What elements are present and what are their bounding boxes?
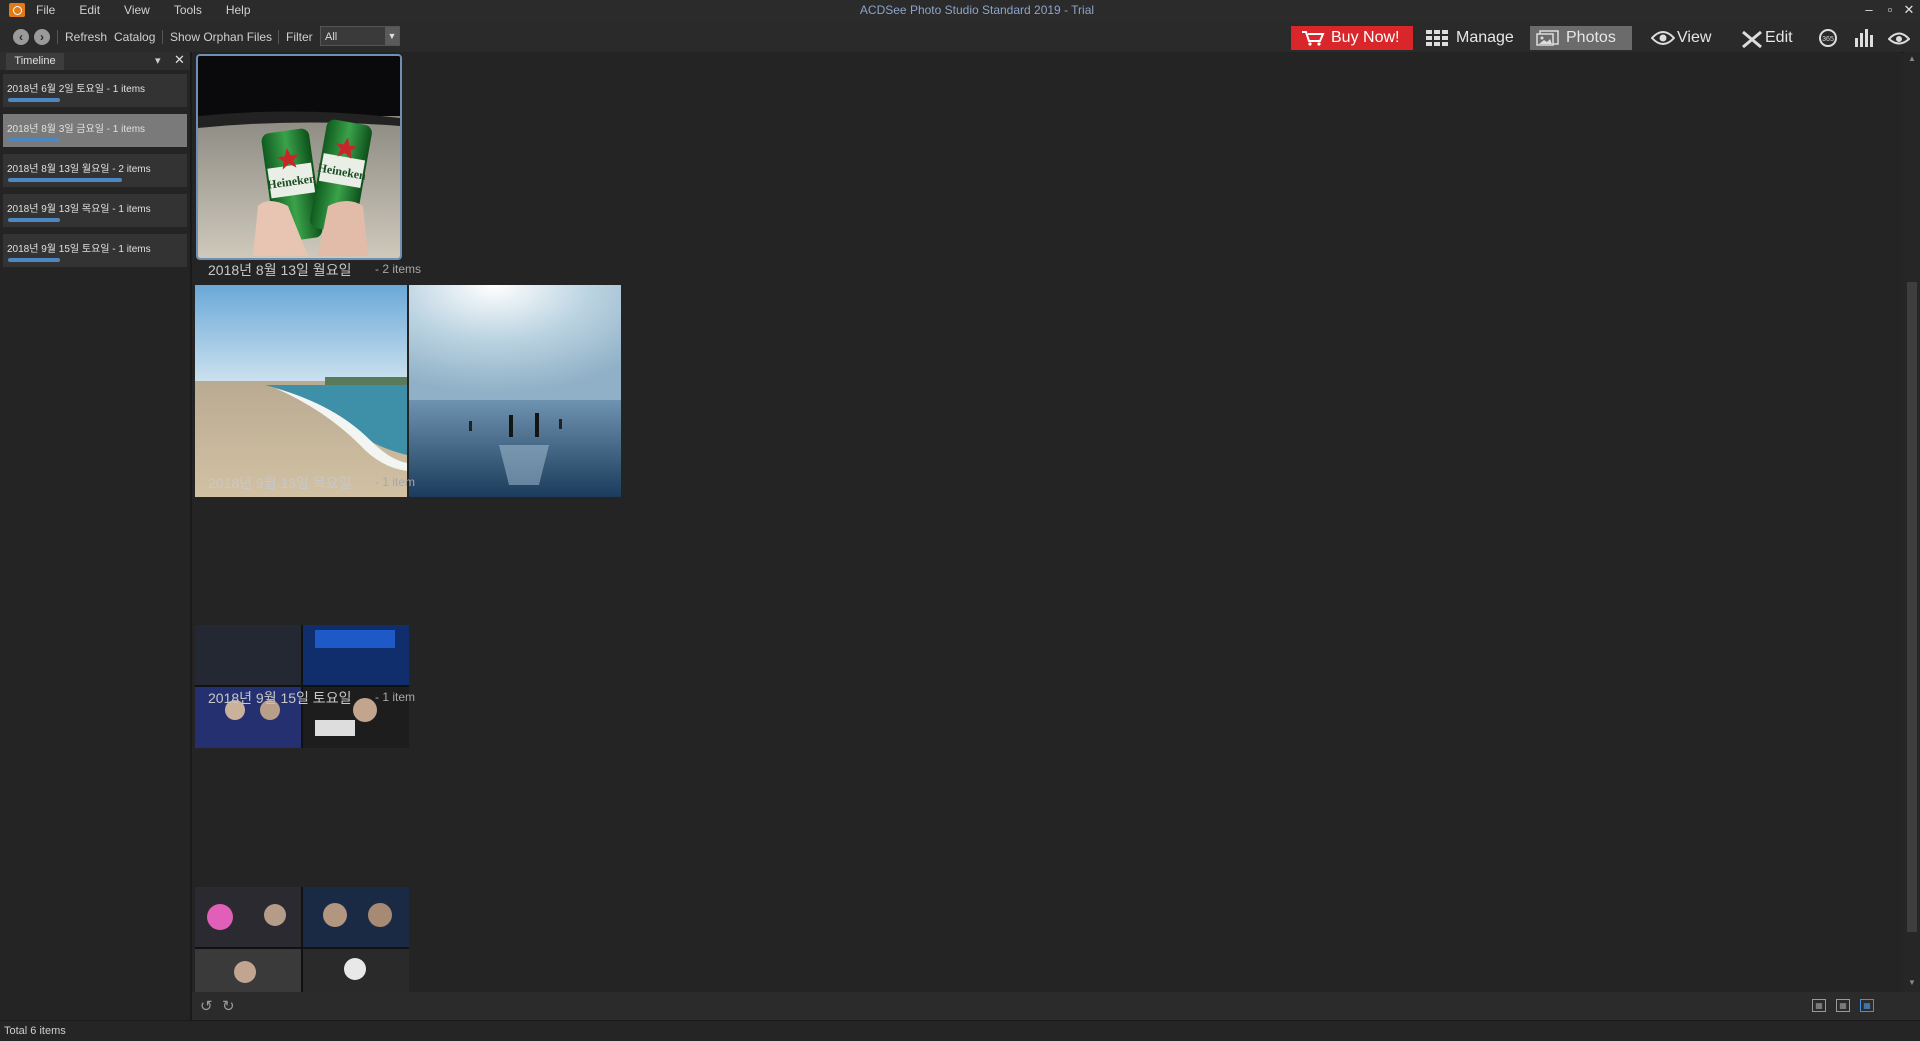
- eye-icon: [1651, 31, 1675, 45]
- minimize-button[interactable]: –: [1860, 2, 1878, 17]
- panel-close-icon[interactable]: ✕: [174, 52, 185, 68]
- filter-dropdown[interactable]: All ▼: [320, 26, 400, 46]
- mode-photos-button[interactable]: Photos: [1530, 26, 1632, 50]
- timeline-item-label: 2018년 6월 2일 토요일 - 1 items: [7, 84, 146, 95]
- photo-thumbnail-beach[interactable]: [195, 285, 407, 497]
- title-bar: File Edit View Tools Help ACDSee Photo S…: [0, 0, 1920, 22]
- status-total-items: Total 6 items: [4, 1025, 66, 1037]
- panel-tab-timeline[interactable]: Timeline: [6, 53, 64, 70]
- scroll-up-icon[interactable]: ▲: [1908, 54, 1916, 63]
- timeline-count-bar: [8, 138, 60, 142]
- group-count: - 1 item: [375, 690, 416, 704]
- dashboard-chart-icon[interactable]: [1854, 28, 1874, 48]
- timeline-count-bar: [8, 178, 122, 182]
- calendar-month-icon[interactable]: ▦: [1836, 999, 1850, 1012]
- maximize-button[interactable]: ▫: [1881, 2, 1899, 17]
- rotate-right-icon[interactable]: ↻: [222, 997, 235, 1015]
- beach-waves-image: [195, 285, 407, 497]
- forward-icon[interactable]: ›: [34, 29, 50, 45]
- back-icon[interactable]: ‹: [13, 29, 29, 45]
- photo-thumbnail-beer[interactable]: Heineken Heineken: [196, 54, 402, 260]
- timeline-item-label: 2018년 8월 3일 금요일 - 1 items: [7, 124, 146, 135]
- photo-grid: Heineken Heineken 2018년 8월 13일 월요일 - 2 i…: [192, 52, 1900, 992]
- rotate-left-icon[interactable]: ↺: [200, 997, 213, 1015]
- scrollbar-thumb[interactable]: [1907, 282, 1917, 932]
- toolbar-divider: [162, 30, 163, 44]
- timeline-item-label: 2018년 9월 13일 목요일 - 1 items: [7, 204, 151, 215]
- mode-view-label: View: [1677, 29, 1712, 46]
- pin-icon[interactable]: ▾: [155, 54, 161, 67]
- catalog-button[interactable]: Catalog: [114, 30, 155, 44]
- timeline-item-label: 2018년 9월 15일 토요일 - 1 items: [7, 244, 151, 255]
- timeline-count-bar: [8, 218, 60, 222]
- mode-manage-label: Manage: [1456, 29, 1514, 46]
- chevron-down-icon[interactable]: ▼: [385, 27, 399, 45]
- mode-view-button[interactable]: View: [1645, 26, 1725, 50]
- group-count: - 1 item: [375, 475, 416, 489]
- timeline-item[interactable]: 2018년 9월 13일 목요일 - 1 items: [3, 194, 187, 227]
- buy-now-label: Buy Now!: [1331, 29, 1400, 46]
- 365-icon[interactable]: 365: [1818, 28, 1838, 48]
- filter-value: All: [325, 31, 338, 43]
- mode-manage-button[interactable]: Manage: [1420, 26, 1514, 50]
- panel-header: Timeline ▾ ✕: [0, 52, 190, 70]
- timeline-count-bar: [8, 98, 60, 102]
- toolbar: ‹ › Refresh Catalog Show Orphan Files Fi…: [0, 22, 1920, 53]
- mode-edit-button[interactable]: Edit: [1735, 26, 1807, 50]
- toolbar-divider: [57, 30, 58, 44]
- mode-edit-label: Edit: [1765, 29, 1793, 46]
- timeline-item-label: 2018년 8월 13일 월요일 - 2 items: [7, 164, 151, 175]
- svg-text:365: 365: [1822, 36, 1834, 43]
- show-orphan-files-button[interactable]: Show Orphan Files: [170, 30, 272, 44]
- photo-thumbnail-sea[interactable]: [409, 285, 621, 497]
- timeline-item[interactable]: 2018년 8월 3일 금요일 - 1 items: [3, 114, 187, 147]
- calendar-day-icon[interactable]: ▦: [1860, 999, 1874, 1012]
- close-button[interactable]: ✕: [1900, 2, 1918, 18]
- tv-collage-image: [195, 625, 409, 748]
- group-title: 2018년 9월 15일 토요일: [208, 690, 352, 706]
- timeline-count-bar: [8, 258, 60, 262]
- tv-collage-image: [195, 887, 409, 992]
- timeline-item[interactable]: 2018년 9월 15일 토요일 - 1 items: [3, 234, 187, 267]
- bottom-bar: ↺ ↻ ▦ ▦ ▦: [192, 992, 1920, 1020]
- edit-tools-icon: [1742, 30, 1762, 48]
- scroll-down-icon[interactable]: ▼: [1908, 978, 1916, 987]
- group-title: 2018년 9월 13일 목요일: [208, 475, 352, 491]
- cart-icon: [1302, 31, 1325, 46]
- timeline-panel: Timeline ▾ ✕ 2018년 6월 2일 토요일 - 1 items 2…: [0, 52, 192, 1020]
- beer-cans-image: Heineken Heineken: [198, 56, 400, 258]
- status-bar: Total 6 items: [0, 1020, 1920, 1041]
- group-title: 2018년 8월 13일 월요일: [208, 262, 352, 278]
- photos-icon: [1536, 30, 1559, 46]
- calendar-year-icon[interactable]: ▦: [1812, 999, 1826, 1012]
- photo-thumbnail-collage-1[interactable]: [195, 625, 409, 748]
- group-count: - 2 items: [375, 262, 422, 276]
- sea-swimmers-image: [409, 285, 621, 497]
- develop-eye-icon[interactable]: [1888, 28, 1910, 48]
- vertical-scrollbar[interactable]: ▲ ▼: [1904, 52, 1920, 992]
- timeline-item[interactable]: 2018년 6월 2일 토요일 - 1 items: [3, 74, 187, 107]
- refresh-button[interactable]: Refresh: [65, 30, 107, 44]
- buy-now-button[interactable]: Buy Now!: [1291, 26, 1413, 50]
- mode-photos-label: Photos: [1566, 29, 1616, 46]
- grid-icon: [1426, 30, 1448, 46]
- photo-thumbnail-collage-2[interactable]: [195, 887, 409, 992]
- window-title: ACDSee Photo Studio Standard 2019 - Tria…: [859, 3, 1095, 17]
- toolbar-divider: [278, 30, 279, 44]
- timeline-item[interactable]: 2018년 8월 13일 월요일 - 2 items: [3, 154, 187, 187]
- filter-label: Filter: [286, 30, 313, 44]
